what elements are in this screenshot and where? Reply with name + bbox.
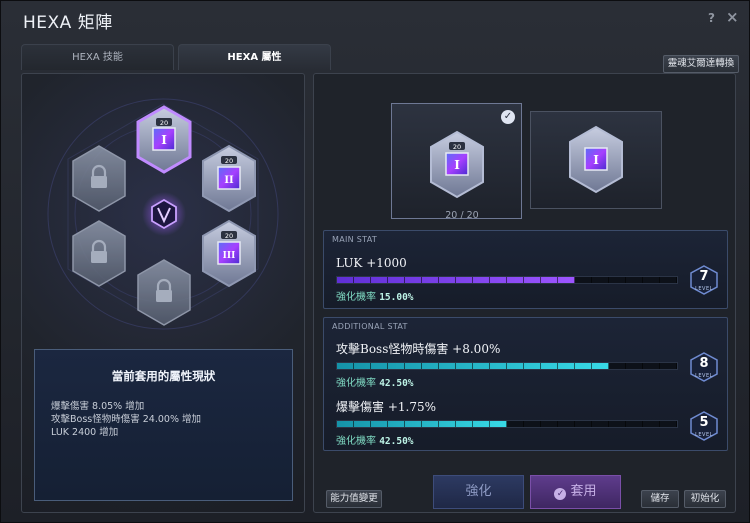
check-icon: ✓ [501, 110, 515, 124]
applied-stat-status-box: 當前套用的屬性現狀 爆擊傷害 8.05% 增加 攻擊Boss怪物時傷害 24.0… [34, 349, 293, 501]
node-roman: III [223, 251, 236, 261]
level-number: 5 [699, 415, 709, 430]
node-roman: II [224, 175, 234, 186]
apply-button[interactable]: ✓ 套用 [530, 475, 621, 509]
enhance-button[interactable]: 強化 [433, 475, 524, 509]
apply-label: 套用 [570, 484, 597, 499]
additional-stat-level-badge-1: 8 LEVEL [689, 352, 719, 382]
hexa-stat-panel: I 20 ✓ I 20 / 20 MAIN STAT LUK +1000 強化機… [313, 73, 736, 513]
node-count-max: 20 [466, 210, 479, 221]
help-icon[interactable]: ? [708, 11, 715, 25]
card-roman: I [593, 153, 599, 167]
reset-button[interactable]: 初始化 [684, 490, 726, 508]
main-stat-header: MAIN STAT [332, 235, 378, 244]
applied-stat-line: LUK 2400 增加 [51, 427, 119, 438]
additional-stat-progress-bar-2 [336, 420, 678, 428]
window-title: HEXA 矩陣 [23, 13, 113, 33]
prob-label: 強化機率 [336, 436, 376, 447]
additional-stat-probability-2: 強化機率 42.50% [336, 432, 414, 447]
prob-value: 15.00% [379, 292, 414, 303]
level-number: 7 [699, 269, 709, 284]
prob-label: 強化機率 [336, 292, 376, 303]
node-level: 20 [225, 232, 233, 240]
main-stat-probability: 強化機率 15.00% [336, 288, 414, 303]
applied-stat-status-title: 當前套用的屬性現狀 [111, 369, 216, 383]
additional-stat-header: ADDITIONAL STAT [332, 322, 408, 331]
level-label: LEVEL [695, 432, 713, 438]
main-stat-level-badge: 7 LEVEL [689, 265, 719, 295]
hexa-node-locked-6[interactable] [137, 259, 191, 326]
node-level: 20 [160, 119, 168, 127]
additional-stat-name-1: 攻擊Boss怪物時傷害 +8.00% [336, 342, 501, 356]
card-roman: I [454, 158, 460, 172]
main-stat-name: LUK +1000 [336, 256, 407, 270]
additional-stat-level-badge-2: 5 LEVEL [689, 411, 719, 441]
additional-stat-probability-1: 強化機率 42.50% [336, 374, 414, 389]
node-count: 20 / 20 [434, 210, 490, 221]
change-ability-button[interactable]: 能力值變更 [326, 490, 382, 508]
main-stat-progress-bar [336, 276, 678, 284]
prob-value: 42.50% [379, 436, 414, 447]
prob-label: 強化機率 [336, 378, 376, 389]
hexa-node-1[interactable]: I 20 [136, 105, 192, 174]
hexa-node-locked-4[interactable] [72, 145, 126, 212]
hexa-matrix-window: HEXA 矩陣 ? × HEXA 技能 HEXA 屬性 靈魂艾爾達轉換 I 20… [0, 0, 750, 523]
tab-hexa-skill[interactable]: HEXA 技能 [21, 44, 174, 70]
hexa-node-locked-5[interactable] [72, 220, 126, 287]
node-count-separator: / [460, 210, 464, 221]
level-label: LEVEL [695, 373, 713, 379]
applied-stat-line: 爆擊傷害 8.05% 增加 [51, 401, 145, 412]
level-label: LEVEL [695, 286, 713, 292]
prob-value: 42.50% [379, 378, 414, 389]
card-level: 20 [453, 143, 461, 151]
hexa-core-emblem-icon [142, 192, 186, 236]
additional-stat-name-2: 爆擊傷害 +1.75% [336, 400, 436, 414]
save-button[interactable]: 儲存 [641, 490, 679, 508]
node-level: 20 [225, 157, 233, 165]
additional-stat-box: ADDITIONAL STAT 攻擊Boss怪物時傷害 +8.00% 強化機率 … [323, 317, 728, 451]
hexa-node-3[interactable]: III 20 [202, 219, 256, 288]
main-stat-box: MAIN STAT LUK +1000 強化機率 15.00% 7 LEVEL [323, 230, 728, 309]
tab-hexa-stat[interactable]: HEXA 屬性 [178, 44, 331, 70]
stat-core-gem: I [569, 125, 623, 194]
level-number: 8 [699, 356, 709, 371]
soul-erda-convert-button[interactable]: 靈魂艾爾達轉換 [663, 55, 739, 73]
node-count-current: 20 [445, 210, 458, 221]
hexa-node-2[interactable]: II 20 [202, 144, 256, 213]
applied-stat-line: 攻擊Boss怪物時傷害 24.00% 增加 [51, 414, 201, 425]
node-roman: I [161, 133, 167, 147]
stat-core-card-current[interactable]: I 20 ✓ [391, 103, 522, 219]
additional-stat-progress-bar-1 [336, 362, 678, 370]
close-icon[interactable]: × [726, 8, 739, 26]
hexa-node-panel: I 20 II 20 III 20 當前套用的屬性現狀 爆擊傷害 8.05% 增… [21, 73, 305, 513]
stat-core-card-next[interactable]: I [530, 111, 662, 209]
title-bar[interactable]: HEXA 矩陣 ? × [1, 1, 749, 37]
check-circle-icon: ✓ [554, 488, 567, 500]
